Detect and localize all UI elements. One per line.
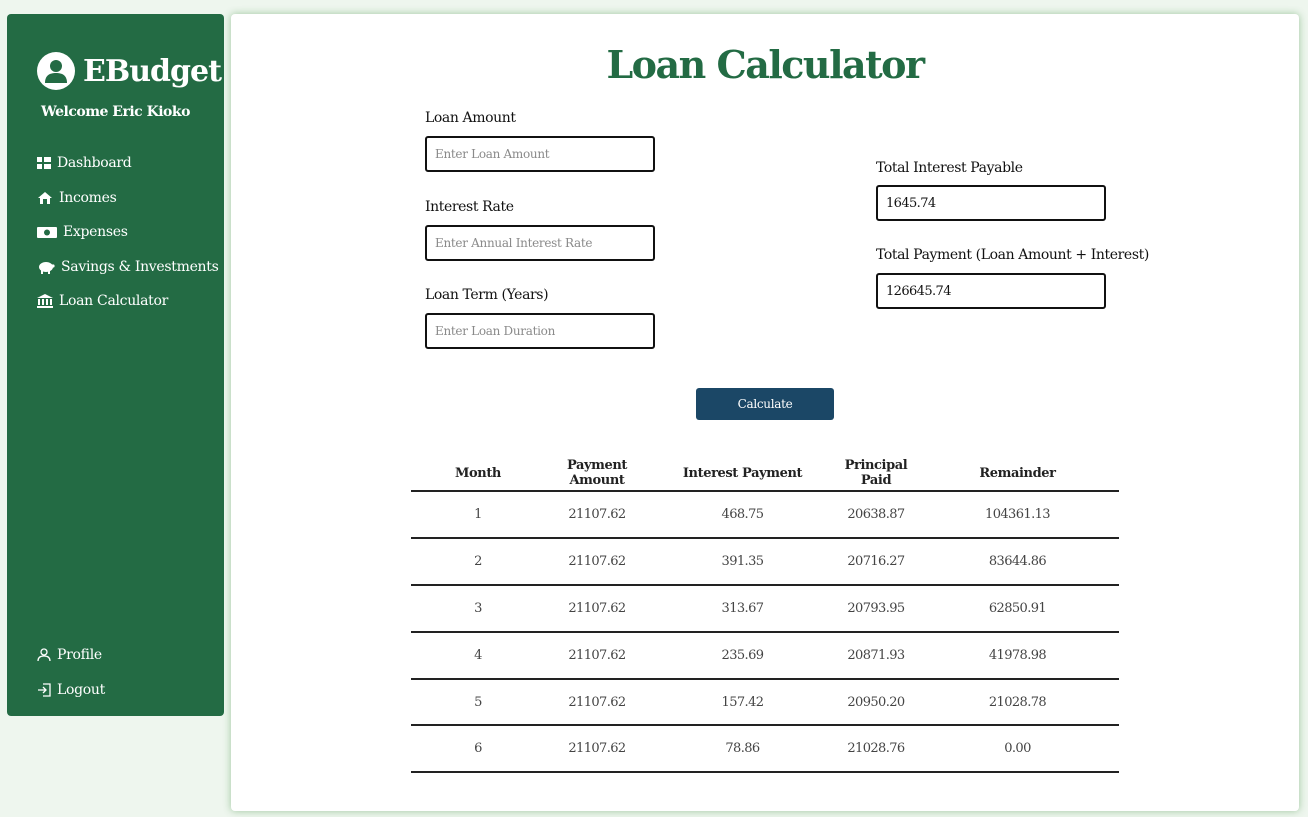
calculate-button[interactable]: Calculate — [696, 388, 834, 420]
loan-term-label: Loan Term (Years) — [425, 287, 549, 303]
column-header-remainder: Remainder — [916, 456, 1119, 492]
sidebar-item-label: Logout — [57, 681, 105, 698]
cell-principal-paid: 20793.95 — [836, 584, 916, 633]
main-panel: Loan Calculator Loan Amount Interest Rat… — [231, 14, 1299, 811]
cell-principal-paid: 20871.93 — [836, 631, 916, 680]
loan-amount-input[interactable] — [425, 136, 655, 172]
cell-principal-paid: 20950.20 — [836, 678, 916, 727]
sidebar-item-label: Dashboard — [57, 155, 132, 172]
cell-payment-amount: 21107.62 — [545, 584, 649, 633]
cell-month: 2 — [411, 537, 545, 586]
table-row: 5 21107.62 157.42 20950.20 21028.78 — [411, 678, 1119, 727]
column-header-principal-paid: Principal Paid — [836, 456, 916, 492]
table-row: 1 21107.62 468.75 20638.87 104361.13 — [411, 491, 1119, 539]
income-icon — [38, 191, 52, 204]
column-header-month: Month — [411, 456, 545, 492]
cell-payment-amount: 21107.62 — [545, 725, 649, 774]
sidebar-item-label: Savings & Investments — [61, 258, 219, 275]
sidebar-item-savings[interactable]: Savings & Investments — [37, 250, 219, 285]
sidebar: EBudget Welcome Eric Kioko Dashboard Inc… — [7, 14, 224, 716]
cell-remainder: 62850.91 — [916, 584, 1119, 633]
cell-month: 4 — [411, 631, 545, 680]
interest-rate-label: Interest Rate — [425, 199, 514, 215]
sidebar-item-logout[interactable]: Logout — [37, 672, 105, 707]
cell-remainder: 83644.86 — [916, 537, 1119, 586]
cell-interest-payment: 235.69 — [649, 631, 836, 680]
amortization-table: Month Payment Amount Interest Payment Pr… — [411, 456, 1119, 774]
cell-remainder: 0.00 — [916, 725, 1119, 774]
sidebar-item-label: Profile — [57, 646, 102, 663]
cell-interest-payment: 78.86 — [649, 725, 836, 774]
cell-payment-amount: 21107.62 — [545, 631, 649, 680]
total-payment-label: Total Payment (Loan Amount + Interest) — [876, 247, 1149, 263]
cell-month: 5 — [411, 678, 545, 727]
interest-rate-input[interactable] — [425, 225, 655, 261]
cell-principal-paid: 21028.76 — [836, 725, 916, 774]
loan-term-input[interactable] — [425, 313, 655, 349]
sidebar-item-profile[interactable]: Profile — [37, 637, 105, 672]
sidebar-item-label: Incomes — [59, 189, 117, 206]
welcome-text: Welcome Eric Kioko — [41, 104, 190, 120]
table-row: 4 21107.62 235.69 20871.93 41978.98 — [411, 631, 1119, 680]
table-row: 3 21107.62 313.67 20793.95 62850.91 — [411, 584, 1119, 633]
cell-interest-payment: 391.35 — [649, 537, 836, 586]
cell-month: 6 — [411, 725, 545, 774]
total-interest-field[interactable]: 1645.74 — [876, 185, 1106, 221]
cell-interest-payment: 468.75 — [649, 491, 836, 539]
cell-payment-amount: 21107.62 — [545, 537, 649, 586]
table-row: 2 21107.62 391.35 20716.27 83644.86 — [411, 537, 1119, 586]
loan-amount-label: Loan Amount — [425, 110, 516, 126]
cell-principal-paid: 20638.87 — [836, 491, 916, 539]
cell-month: 3 — [411, 584, 545, 633]
money-icon — [37, 226, 57, 238]
user-icon — [37, 647, 51, 661]
total-interest-label: Total Interest Payable — [876, 160, 1023, 176]
sidebar-item-label: Expenses — [63, 224, 128, 241]
cell-payment-amount: 21107.62 — [545, 491, 649, 539]
page-title: Loan Calculator — [606, 42, 925, 87]
cell-month: 1 — [411, 491, 545, 539]
cell-remainder: 104361.13 — [916, 491, 1119, 539]
logout-icon — [38, 682, 51, 697]
column-header-interest-payment: Interest Payment — [649, 456, 836, 492]
cell-interest-payment: 313.67 — [649, 584, 836, 633]
sidebar-item-expenses[interactable]: Expenses — [37, 215, 219, 250]
bank-icon — [37, 294, 53, 309]
piggy-bank-icon — [39, 261, 55, 274]
sidebar-bottom-nav: Profile Logout — [37, 637, 105, 707]
column-header-payment-amount: Payment Amount — [545, 456, 649, 492]
sidebar-nav: Dashboard Incomes Expenses Savings & Inv… — [37, 146, 219, 319]
cell-remainder: 21028.78 — [916, 678, 1119, 727]
sidebar-item-dashboard[interactable]: Dashboard — [37, 146, 219, 181]
dashboard-icon — [37, 157, 51, 170]
table-header-row: Month Payment Amount Interest Payment Pr… — [411, 456, 1119, 492]
total-payment-field[interactable]: 126645.74 — [876, 273, 1106, 309]
brand[interactable]: EBudget — [37, 52, 222, 90]
cell-interest-payment: 157.42 — [649, 678, 836, 727]
app-title: EBudget — [83, 53, 222, 89]
sidebar-item-label: Loan Calculator — [59, 293, 169, 310]
user-circle-icon — [37, 52, 75, 90]
cell-payment-amount: 21107.62 — [545, 678, 649, 727]
cell-principal-paid: 20716.27 — [836, 537, 916, 586]
table-row: 6 21107.62 78.86 21028.76 0.00 — [411, 725, 1119, 774]
sidebar-item-loan-calculator[interactable]: Loan Calculator — [37, 284, 219, 319]
cell-remainder: 41978.98 — [916, 631, 1119, 680]
sidebar-item-incomes[interactable]: Incomes — [37, 181, 219, 216]
